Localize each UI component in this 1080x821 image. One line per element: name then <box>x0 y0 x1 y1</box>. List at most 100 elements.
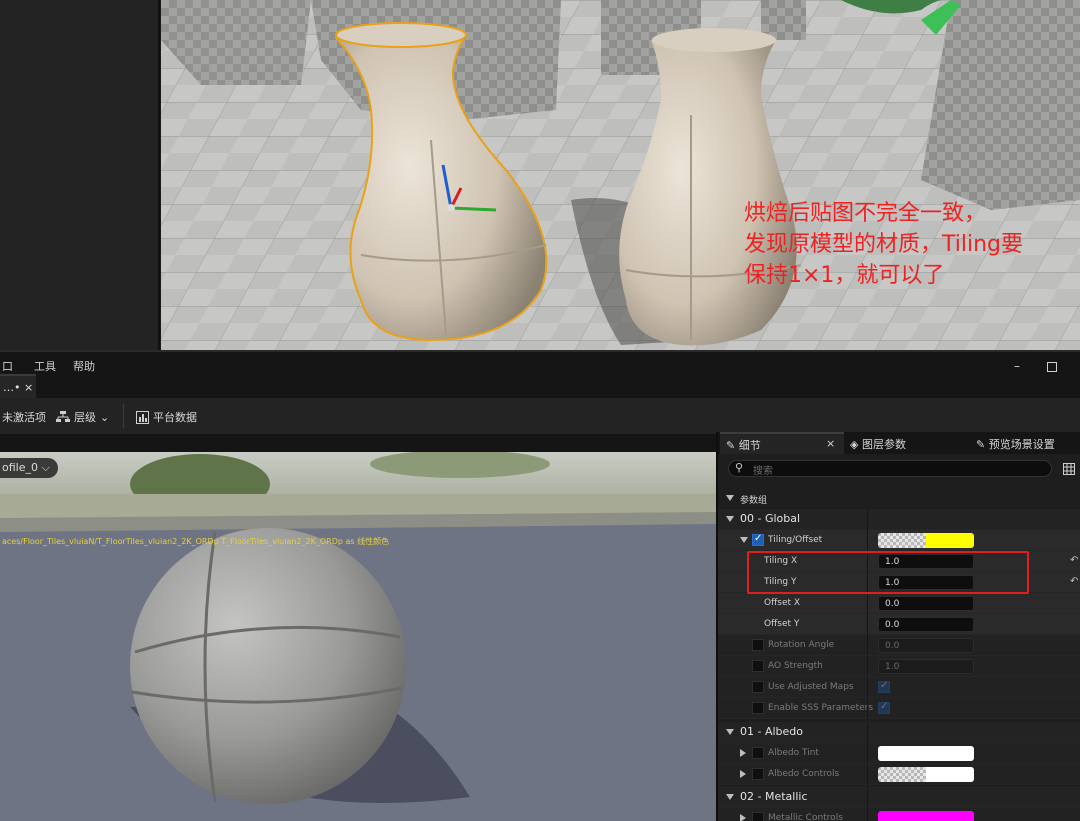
param-row-ao-strength[interactable]: AO Strength 1.0 <box>718 656 1080 677</box>
swatch-color <box>926 533 974 548</box>
rotation-angle-input[interactable]: 0.0 <box>878 638 974 653</box>
tab-layer-parameters[interactable]: ◈ 图层参数 <box>850 436 906 452</box>
reset-to-default-icon[interactable]: ↶ <box>1070 555 1078 566</box>
column-divider <box>867 593 868 614</box>
search-icon: ⚲ <box>735 461 744 474</box>
tab-preview-scene-settings[interactable]: ✎ 预览场景设置 <box>976 436 1055 452</box>
category-global-label: 00 - Global <box>740 512 801 525</box>
column-divider <box>867 635 868 656</box>
override-checkbox[interactable] <box>752 768 764 780</box>
document-tab[interactable]: …• × <box>0 374 36 398</box>
param-row-albedo-controls[interactable]: Albedo Controls <box>718 764 1080 785</box>
minimize-icon[interactable]: – <box>1014 359 1020 373</box>
tab-preview-label: 预览场景设置 <box>988 438 1055 451</box>
level-viewport[interactable]: 烘焙后贴图不完全一致， 发现原模型的材质，Tiling要 保持1×1，就可以了 <box>0 0 1080 350</box>
param-label: AO Strength <box>768 661 823 671</box>
column-divider <box>867 698 868 719</box>
preview-profile-dropdown[interactable]: ofile_0 ⌵ <box>0 458 58 478</box>
parameter-group-header[interactable]: 参数组 <box>718 488 1080 509</box>
param-label: Use Adjusted Maps <box>768 682 854 692</box>
reset-to-default-icon[interactable]: ↶ <box>1070 576 1078 587</box>
param-row-rotation-angle[interactable]: Rotation Angle 0.0 <box>718 635 1080 656</box>
tab-details-label: 细节 <box>738 439 761 452</box>
param-row-use-adjusted-maps[interactable]: Use Adjusted Maps <box>718 677 1080 698</box>
details-tab-bar: ✎ 细节 × ◈ 图层参数 ✎ 预览场景设置 <box>718 432 1080 454</box>
hierarchy-button[interactable]: 层级 ⌄ <box>56 409 109 425</box>
category-global[interactable]: 00 - Global <box>718 509 1080 530</box>
hierarchy-label: 层级 <box>74 411 96 424</box>
pencil-icon: ✎ <box>726 439 736 452</box>
menu-help[interactable]: 帮助 <box>73 358 95 374</box>
category-albedo[interactable]: 01 - Albedo <box>718 722 1080 743</box>
annotation-note: 烘焙后贴图不完全一致， 发现原模型的材质，Tiling要 保持1×1，就可以了 <box>744 201 1024 288</box>
albedo-controls-color-swatch[interactable] <box>878 767 974 782</box>
tiling-offset-row[interactable]: Tiling/Offset <box>718 530 1080 551</box>
albedo-tint-color-swatch[interactable] <box>878 746 974 761</box>
offset-y-input[interactable]: 0.0 <box>878 617 974 632</box>
preview-illustration <box>0 452 716 821</box>
category-metallic[interactable]: 02 - Metallic <box>718 787 1080 808</box>
column-divider <box>867 509 868 530</box>
column-divider <box>867 787 868 808</box>
search-input[interactable]: ⚲ 搜索 <box>728 460 1052 477</box>
param-row-offset-y[interactable]: Offset Y 0.0 <box>718 614 1080 635</box>
search-placeholder: 搜索 <box>753 466 773 477</box>
param-row-albedo-tint[interactable]: Albedo Tint <box>718 743 1080 764</box>
chevron-down-icon <box>726 794 734 800</box>
param-label: Offset X <box>764 598 801 608</box>
layers-icon: ◈ <box>850 438 859 451</box>
override-checkbox[interactable] <box>752 639 764 651</box>
parameter-group-label: 参数组 <box>740 496 768 506</box>
enable-sss-checkbox[interactable] <box>878 701 890 714</box>
live-update-button[interactable]: 未激活项 <box>2 409 46 425</box>
menu-window[interactable]: 口 <box>2 358 13 374</box>
scene-illustration <box>161 0 1080 350</box>
column-divider <box>867 764 868 785</box>
chevron-down-icon <box>740 537 748 543</box>
param-row-enable-sss[interactable]: Enable SSS Parameters <box>718 698 1080 719</box>
category-albedo-label: 01 - Albedo <box>740 725 804 738</box>
override-checkbox[interactable] <box>752 812 764 821</box>
override-checkbox[interactable] <box>752 747 764 759</box>
tiling-offset-label: Tiling/Offset <box>768 535 823 545</box>
grid-view-icon[interactable] <box>1063 463 1075 475</box>
param-row-metallic-controls[interactable]: Metallic Controls <box>718 808 1080 821</box>
swatch-color <box>926 767 974 782</box>
override-checkbox[interactable] <box>752 702 764 714</box>
override-checkbox[interactable] <box>752 681 764 693</box>
material-preview-viewport[interactable]: ofile_0 ⌵ aces/Floor_Tiles_vluiaN/T_Floo… <box>0 452 716 821</box>
details-panel: ✎ 细节 × ◈ 图层参数 ✎ 预览场景设置 ⚲ 搜索 参数组 00 - Glo… <box>716 432 1080 821</box>
tab-details[interactable]: ✎ 细节 × <box>720 432 844 454</box>
search-row: ⚲ 搜索 <box>718 456 1080 482</box>
chevron-down-icon <box>726 495 734 501</box>
platform-stats-label: 平台数据 <box>153 411 197 424</box>
chevron-down-icon: ⌄ <box>100 410 110 424</box>
app-root: 烘焙后贴图不完全一致， 发现原模型的材质，Tiling要 保持1×1，就可以了 … <box>0 0 1080 821</box>
toolbar: 未激活项 层级 ⌄ 平台数据 <box>0 398 1080 434</box>
menu-bar: 口 工具 帮助 – <box>0 354 1080 376</box>
offset-x-input[interactable]: 0.0 <box>878 596 974 611</box>
live-update-label: 未激活项 <box>2 411 46 424</box>
column-divider <box>867 743 868 764</box>
outliner-panel <box>0 0 160 350</box>
param-row-offset-x[interactable]: Offset X 0.0 <box>718 593 1080 614</box>
param-label: Enable SSS Parameters <box>768 703 874 713</box>
ao-strength-input[interactable]: 1.0 <box>878 659 974 674</box>
close-icon[interactable]: × <box>826 437 835 450</box>
param-label: Albedo Tint <box>768 748 819 758</box>
maximize-icon[interactable] <box>1047 362 1057 372</box>
document-tab-strip: …• × <box>0 374 1080 398</box>
use-adjusted-maps-checkbox[interactable] <box>878 680 890 693</box>
tiling-offset-checkbox[interactable] <box>752 533 764 546</box>
metallic-controls-color-swatch[interactable] <box>878 811 974 821</box>
param-label: Albedo Controls <box>768 769 840 779</box>
scene-render[interactable] <box>161 0 1080 350</box>
alpha-checker <box>878 767 926 782</box>
platform-stats-button[interactable]: 平台数据 <box>136 409 197 425</box>
menu-tools[interactable]: 工具 <box>34 358 56 374</box>
tiling-offset-color-swatch[interactable] <box>878 533 974 548</box>
override-checkbox[interactable] <box>752 660 764 672</box>
column-divider <box>867 530 868 551</box>
param-label: Rotation Angle <box>768 640 835 650</box>
column-divider <box>867 808 868 821</box>
